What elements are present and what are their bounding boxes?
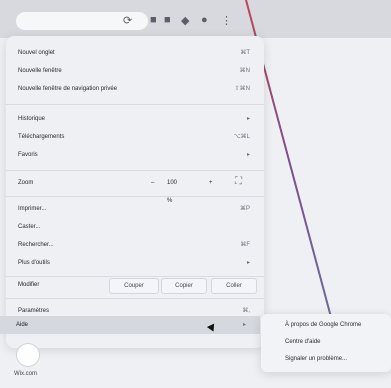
edit-label: Modifier <box>18 282 40 288</box>
extension-icon-1[interactable]: ■ <box>150 14 157 26</box>
shortcut-label: ⌘F <box>240 242 250 248</box>
menu-item-label: Nouvelle fenêtre de navigation privée <box>18 86 118 92</box>
submenu-item-help-center[interactable]: Centre d'aide <box>285 334 391 350</box>
menu-item-label: Nouvelle fenêtre <box>18 68 62 74</box>
submenu-arrow: ▸ <box>246 152 250 158</box>
menu-item-label: Aide <box>16 322 29 328</box>
menu-item-more-tools[interactable]: Plus d'outils ▸ <box>6 254 264 272</box>
menu-item-favorites[interactable]: Favoris ▸ <box>6 146 264 164</box>
submenu-arrow: ▸ <box>246 260 250 266</box>
refresh-icon[interactable]: ⟳ <box>123 14 132 27</box>
site-label: Wix.com <box>14 371 37 377</box>
shortcut-label: ⌘T <box>240 50 250 56</box>
menu-item-cast[interactable]: Caster... <box>6 218 264 236</box>
shortcut-label: ⌥⌘L <box>233 134 250 140</box>
shortcut-label: ⌘N <box>239 68 250 74</box>
menu-item-label: Imprimer... <box>18 206 47 212</box>
profile-icon[interactable]: ● <box>201 14 208 26</box>
separator <box>6 104 264 105</box>
menu-dots-icon[interactable]: ⋮ <box>221 14 232 27</box>
menu-item-print[interactable]: Imprimer... ⌘P <box>6 200 264 218</box>
menu-item-help[interactable]: Aide ▸ <box>0 316 260 334</box>
separator <box>6 298 264 299</box>
help-submenu: À propos de Google Chrome Centre d'aide … <box>261 314 391 372</box>
menu-item-new-private-window[interactable]: Nouvelle fenêtre de navigation privée ⇧⌘N <box>6 80 264 98</box>
menu-item-label: Zoom <box>18 180 34 186</box>
shortcut-label: ⌘P <box>239 206 250 212</box>
shortcut-label: ⇧⌘N <box>234 86 250 92</box>
menu-item-label: Téléchargements <box>18 134 65 140</box>
submenu-item-report-problem[interactable]: Signaler un problème... <box>285 351 391 367</box>
extension-icon-2[interactable]: ■ <box>164 14 171 26</box>
menu-item-new-window[interactable]: Nouvelle fenêtre ⌘N <box>6 62 264 80</box>
fullscreen-icon[interactable]: ⛶ <box>235 177 242 187</box>
menu-item-label: Favoris <box>18 152 38 158</box>
menu-item-downloads[interactable]: Téléchargements ⌥⌘L <box>6 128 264 146</box>
site-icon[interactable] <box>16 343 40 367</box>
menu-item-find[interactable]: Rechercher... ⌘F <box>6 236 264 254</box>
puzzle-icon[interactable]: ◆ <box>181 14 189 27</box>
submenu-arrow: ▸ <box>242 322 246 328</box>
menu-item-new-tab[interactable]: Nouvel onglet ⌘T <box>6 44 264 62</box>
paste-button[interactable]: Coller <box>211 278 257 294</box>
menu-item-zoom: Zoom – 100 % + ⛶ <box>6 174 264 205</box>
edit-row: Modifier Couper Copier Coller <box>6 276 264 294</box>
menu-item-label: Rechercher... <box>18 242 54 248</box>
chrome-menu: Nouvel onglet ⌘T Nouvelle fenêtre ⌘N Nouve… <box>6 36 264 348</box>
copy-button[interactable]: Copier <box>161 278 207 294</box>
menu-item-label: Nouvel onglet <box>18 50 55 56</box>
zoom-out-button[interactable]: – <box>151 174 154 192</box>
submenu-item-about[interactable]: À propos de Google Chrome <box>285 317 391 333</box>
cut-button[interactable]: Couper <box>109 278 159 294</box>
separator <box>6 196 264 197</box>
menu-item-label: Historique <box>18 116 46 122</box>
menu-item-label: Plus d'outils <box>18 260 50 266</box>
menu-item-label: Caster... <box>18 224 41 230</box>
separator <box>6 170 264 171</box>
submenu-arrow: ▸ <box>246 116 250 122</box>
menu-item-history[interactable]: Historique ▸ <box>6 110 264 128</box>
zoom-in-button[interactable]: + <box>209 174 213 192</box>
